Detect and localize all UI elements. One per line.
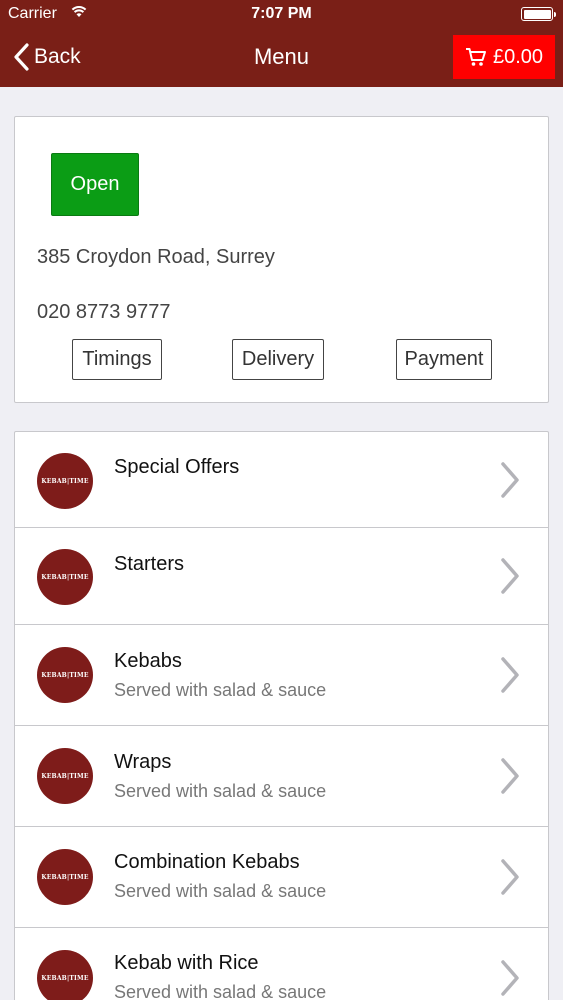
menu-item-kebab-with-rice[interactable]: KEBAB|TIME Kebab with Rice Served with s… — [15, 928, 548, 1000]
menu-item-description: Served with salad & sauce — [114, 680, 327, 700]
chevron-right-icon — [501, 558, 519, 594]
restaurant-phone: 020 8773 9777 — [37, 301, 171, 323]
menu-item-combination-kebabs[interactable]: KEBAB|TIME Combination Kebabs Served wit… — [15, 827, 548, 928]
menu-item-name: Combination Kebabs — [114, 851, 300, 873]
restaurant-logo: KEBAB|TIME — [37, 748, 93, 804]
cart-icon — [465, 48, 486, 66]
restaurant-logo: KEBAB|TIME — [37, 647, 93, 703]
cart-button[interactable]: £0.00 — [453, 35, 555, 79]
delivery-button[interactable]: Delivery — [232, 339, 324, 380]
menu-item-starters[interactable]: KEBAB|TIME Starters — [15, 528, 548, 625]
timings-button[interactable]: Timings — [72, 339, 162, 380]
menu-item-special-offers[interactable]: KEBAB|TIME Special Offers — [15, 432, 548, 528]
menu-item-name: Wraps — [114, 751, 172, 773]
status-time: 7:07 PM — [251, 5, 312, 22]
status-bar: Carrier 7:07 PM — [0, 0, 563, 30]
battery-icon — [521, 7, 556, 21]
open-status-button[interactable]: Open — [51, 153, 139, 216]
menu-item-name: Special Offers — [114, 456, 240, 478]
menu-item-description: Served with salad & sauce — [114, 781, 327, 801]
chevron-right-icon — [501, 462, 519, 498]
cart-total: £0.00 — [492, 45, 544, 68]
restaurant-logo: KEBAB|TIME — [37, 549, 93, 605]
restaurant-info-card: Open 385 Croydon Road, Surrey 020 8773 9… — [14, 116, 549, 403]
menu-item-wraps[interactable]: KEBAB|TIME Wraps Served with salad & sau… — [15, 726, 548, 827]
restaurant-address: 385 Croydon Road, Surrey — [37, 246, 275, 268]
chevron-right-icon — [501, 657, 519, 693]
menu-item-name: Kebabs — [114, 650, 182, 672]
chevron-right-icon — [501, 960, 519, 996]
chevron-right-icon — [501, 859, 519, 895]
restaurant-logo: KEBAB|TIME — [37, 950, 93, 1000]
payment-button[interactable]: Payment — [396, 339, 492, 380]
menu-item-kebabs[interactable]: KEBAB|TIME Kebabs Served with salad & sa… — [15, 625, 548, 726]
menu-category-list: KEBAB|TIME Special Offers KEBAB|TIME Sta… — [14, 431, 549, 1000]
restaurant-logo: KEBAB|TIME — [37, 453, 93, 509]
chevron-right-icon — [501, 758, 519, 794]
menu-item-description: Served with salad & sauce — [114, 881, 327, 901]
restaurant-logo: KEBAB|TIME — [37, 849, 93, 905]
menu-item-name: Kebab with Rice — [114, 952, 259, 974]
menu-item-description: Served with salad & sauce — [114, 982, 327, 1000]
menu-item-name: Starters — [114, 553, 185, 575]
nav-bar: Carrier 7:07 PM Back Menu £0.00 — [0, 0, 563, 87]
